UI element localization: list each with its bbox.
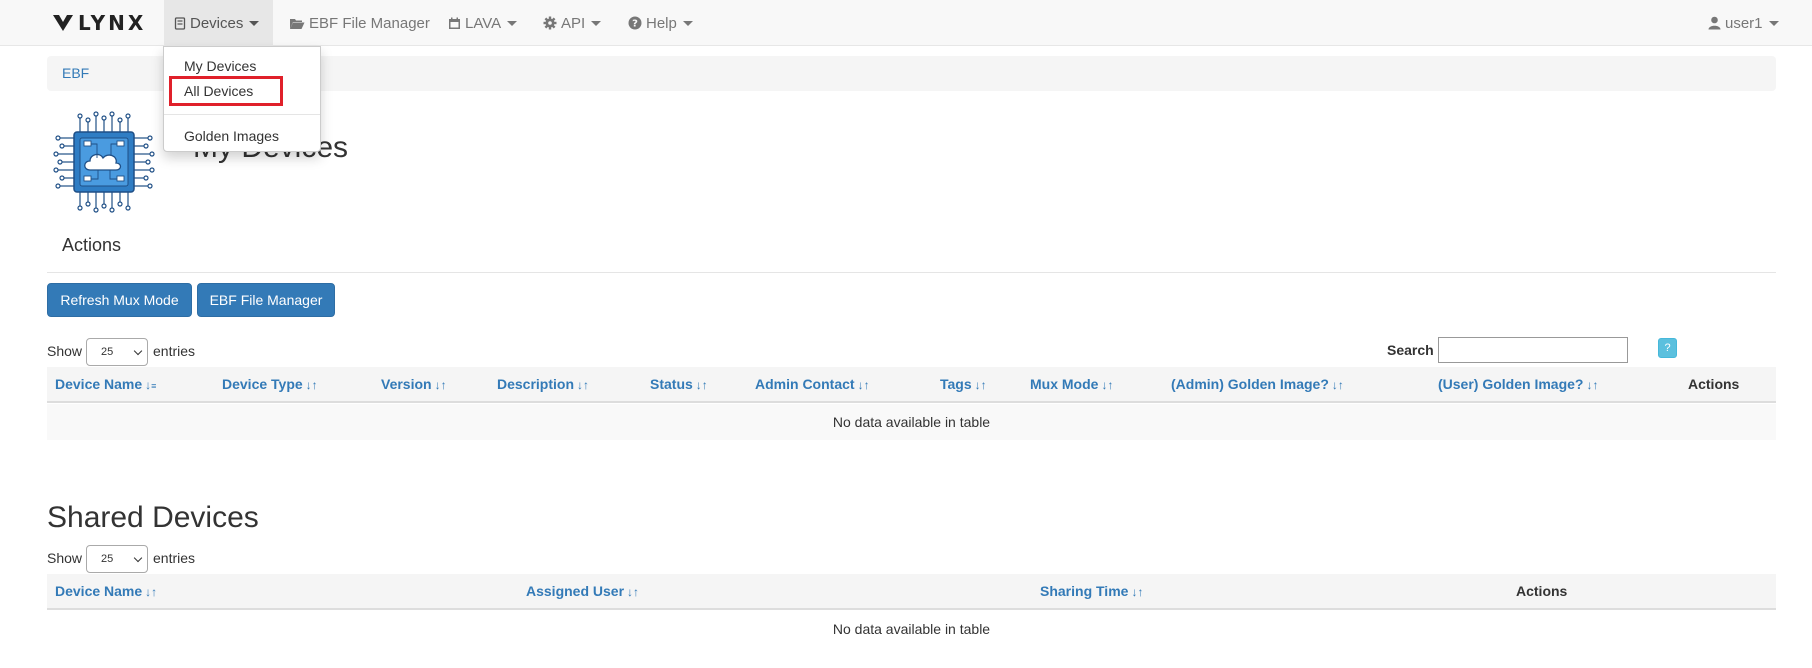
column-header-actions: Actions	[1688, 376, 1740, 392]
menu-item-my-devices[interactable]: My Devices	[164, 54, 320, 78]
column-label: Admin Contact	[755, 376, 855, 392]
sort-asc-icon: ↓≡	[145, 378, 157, 392]
empty-table-row: No data available in table	[832, 621, 991, 637]
column-label: Description	[497, 376, 575, 392]
sort-icon: ↓↑	[627, 585, 640, 599]
page-size-value: 25	[101, 553, 114, 565]
nav-devices-dropdown[interactable]: Devices	[164, 0, 273, 46]
column-label: Status	[650, 376, 693, 392]
question-circle-icon: ?	[628, 16, 642, 30]
calendar-icon	[449, 17, 460, 29]
column-header-description[interactable]: Description ↓↑	[497, 367, 589, 401]
column-header-status[interactable]: Status ↓↑	[650, 367, 708, 401]
column-header-assigned-user[interactable]: Assigned User ↓↑	[526, 574, 639, 608]
menu-divider	[164, 114, 320, 115]
breadcrumb-item-ebf[interactable]: EBF	[62, 65, 89, 81]
brand-name: LYNX	[78, 11, 147, 35]
shared-page-size-select[interactable]: 25	[86, 545, 148, 573]
chevron-down-icon	[133, 346, 143, 356]
chevron-down-icon	[682, 20, 693, 26]
show-label: Show	[47, 550, 83, 566]
column-header-tags[interactable]: Tags ↓↑	[940, 367, 987, 401]
column-header-sharing-time[interactable]: Sharing Time ↓↑	[1040, 574, 1143, 608]
sort-icon: ↓↑	[434, 378, 447, 392]
column-label: (Admin) Golden Image?	[1171, 376, 1329, 392]
entries-label: entries	[153, 343, 196, 359]
sort-icon: ↓↑	[974, 378, 987, 392]
refresh-mux-mode-button[interactable]: Refresh Mux Mode	[47, 283, 192, 317]
chevron-down-icon	[133, 553, 143, 563]
nav-user-dropdown[interactable]: user1	[1698, 0, 1789, 46]
gear-icon	[543, 16, 557, 30]
show-label: Show	[47, 343, 83, 359]
shared-devices-table-header: Device Name ↓↑ Assigned User ↓↑ Sharing Ti…	[47, 574, 1776, 610]
column-header-mux-mode[interactable]: Mux Mode ↓↑	[1030, 367, 1113, 401]
highlight-annotation	[169, 76, 283, 106]
column-header-device-name[interactable]: Device Name ↓↑	[55, 574, 157, 608]
sort-icon: ↓↑	[857, 378, 870, 392]
chip-cloud-logo	[53, 111, 155, 213]
user-icon	[1708, 16, 1721, 30]
nav-devices-label: Devices	[190, 14, 244, 32]
nav-api-label: API	[561, 14, 586, 32]
sort-icon: ↓↑	[695, 378, 708, 392]
column-label: Device Name	[55, 583, 143, 599]
nav-user-label: user1	[1725, 14, 1763, 32]
column-label: Mux Mode	[1030, 376, 1099, 392]
brand-logo[interactable]: LYNX	[52, 10, 146, 36]
chevron-down-icon	[249, 20, 260, 26]
column-header-version[interactable]: Version ↓↑	[381, 367, 447, 401]
search-label: Search	[1387, 342, 1434, 358]
chevron-down-icon	[1768, 20, 1779, 26]
search-input[interactable]	[1438, 337, 1628, 363]
nav-ebf-file-manager[interactable]: EBF File Manager	[279, 0, 440, 46]
column-label: Version	[381, 376, 432, 392]
nav-help-dropdown[interactable]: ? Help	[618, 0, 703, 46]
sort-icon: ↓↑	[1101, 378, 1114, 392]
nav-ebf-label: EBF File Manager	[309, 14, 430, 32]
entries-label: entries	[153, 550, 196, 566]
svg-text:?: ?	[632, 19, 638, 30]
column-label: Tags	[940, 376, 972, 392]
nav-help-label: Help	[646, 14, 677, 32]
sort-icon: ↓↑	[1131, 585, 1144, 599]
folder-open-icon	[290, 18, 305, 29]
actions-heading: Actions	[62, 235, 122, 255]
my-devices-table-header: Device Name ↓≡ Device Type ↓↑ Version ↓↑ De…	[47, 367, 1776, 403]
nav-api-dropdown[interactable]: API	[533, 0, 611, 46]
column-header-admin-contact[interactable]: Admin Contact ↓↑	[755, 367, 870, 401]
help-button[interactable]: ?	[1658, 338, 1677, 358]
page-size-value: 25	[101, 346, 114, 358]
column-header-device-type[interactable]: Device Type ↓↑	[222, 367, 318, 401]
page-size-select[interactable]: 25	[86, 338, 148, 366]
column-header-actions: Actions	[1516, 583, 1568, 599]
column-label: (User) Golden Image?	[1438, 376, 1584, 392]
sort-icon: ↓↑	[1331, 378, 1344, 392]
column-label: Sharing Time	[1040, 583, 1129, 599]
sort-icon: ↓↑	[305, 378, 318, 392]
column-header-user-golden-image[interactable]: (User) Golden Image? ↓↑	[1438, 367, 1598, 401]
column-label: Device Type	[222, 376, 303, 392]
sort-icon: ↓↑	[1586, 378, 1599, 392]
ebf-file-manager-button[interactable]: EBF File Manager	[197, 283, 335, 317]
chevron-down-icon	[591, 20, 602, 26]
shared-devices-title: Shared Devices	[47, 501, 259, 534]
sort-icon: ↓↑	[145, 585, 158, 599]
column-label: Device Name	[55, 376, 143, 392]
column-label: Assigned User	[526, 583, 625, 599]
device-icon	[174, 16, 186, 30]
sort-icon: ↓↑	[577, 378, 590, 392]
menu-item-golden-images[interactable]: Golden Images	[164, 124, 320, 148]
lynx-logo-icon	[53, 15, 73, 31]
nav-lava-label: LAVA	[465, 14, 502, 32]
empty-table-row: No data available in table	[47, 404, 1776, 440]
column-header-admin-golden-image[interactable]: (Admin) Golden Image? ↓↑	[1171, 367, 1344, 401]
top-navbar: LYNX Devices EBF File Manager LAVA API ?…	[0, 0, 1812, 46]
section-divider	[47, 272, 1776, 273]
chevron-down-icon	[507, 20, 518, 26]
nav-lava-dropdown[interactable]: LAVA	[438, 0, 527, 46]
column-header-device-name[interactable]: Device Name ↓≡	[55, 367, 156, 401]
